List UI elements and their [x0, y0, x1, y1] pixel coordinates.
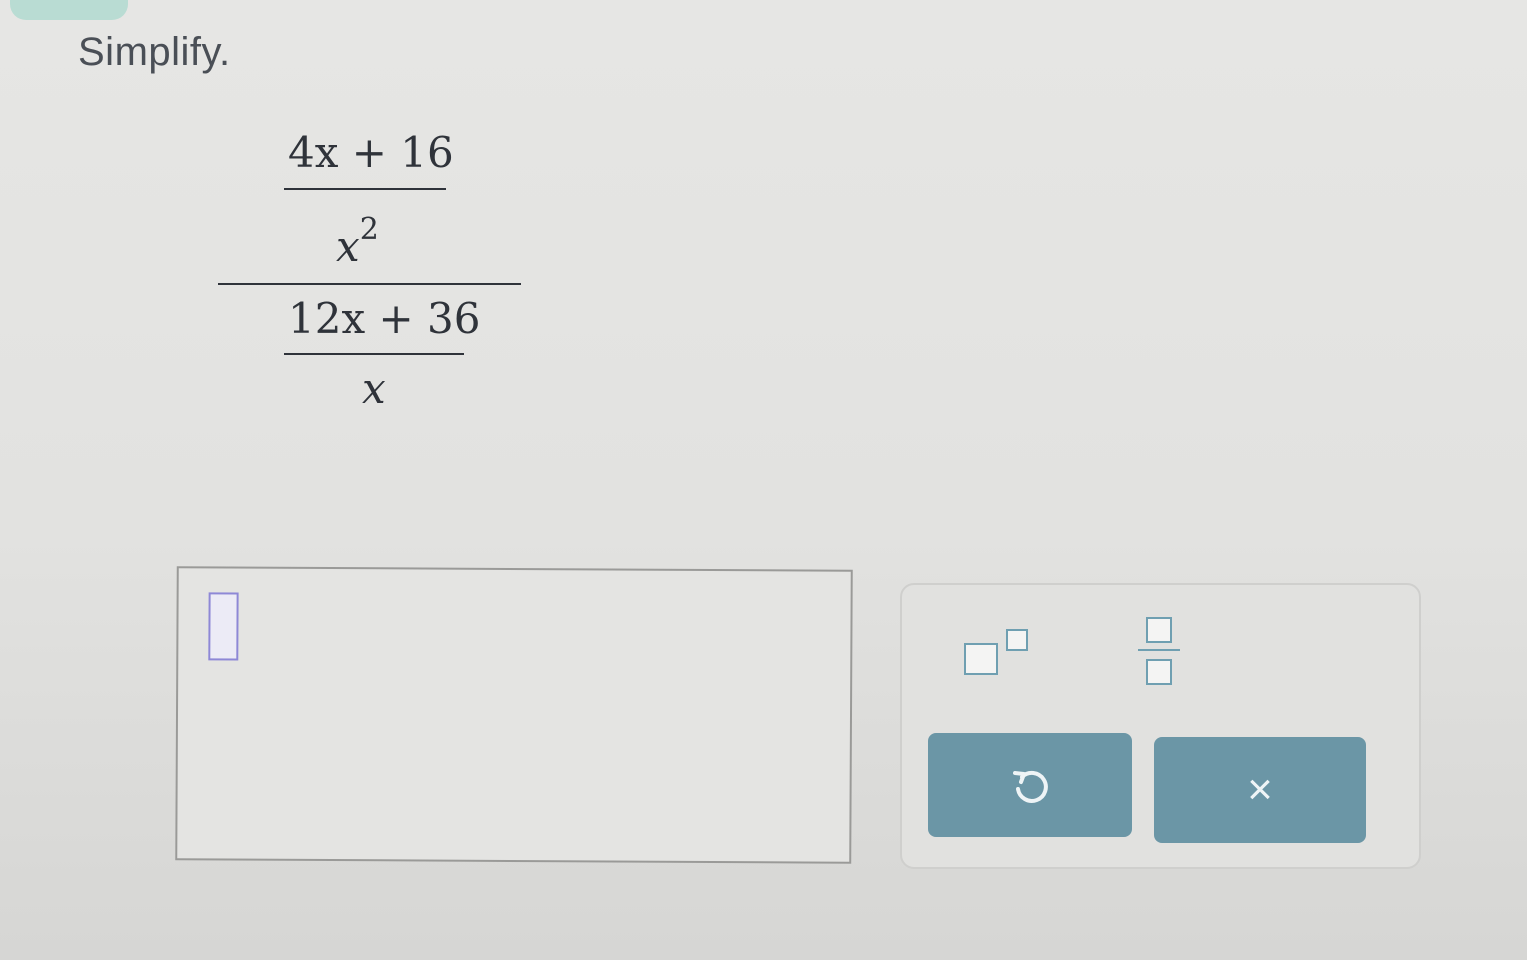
input-cursor-placeholder[interactable]	[208, 592, 239, 661]
base-square	[964, 643, 998, 675]
numerator-square	[1146, 617, 1172, 643]
denominator-square	[1146, 659, 1172, 685]
close-icon: ×	[1247, 765, 1273, 814]
clear-button[interactable]: ×	[1154, 737, 1366, 843]
top-denominator: x2	[336, 212, 379, 271]
main-fraction-bar	[218, 283, 521, 285]
question-prompt: Simplify.	[78, 30, 231, 74]
bottom-fraction-bar	[284, 353, 464, 355]
top-numerator: 4x + 16	[288, 128, 454, 177]
bottom-denominator: x	[362, 364, 386, 413]
top-tab[interactable]	[10, 0, 128, 20]
math-keypad: ×	[900, 583, 1421, 869]
fraction-template-icon[interactable]	[1132, 611, 1192, 691]
undo-icon	[1008, 763, 1052, 807]
bottom-numerator: 12x + 36	[288, 294, 481, 343]
top-fraction-bar	[284, 188, 446, 190]
answer-input[interactable]	[175, 566, 853, 864]
top-denominator-exponent: 2	[359, 212, 379, 247]
undo-button[interactable]	[928, 733, 1132, 837]
fraction-line	[1138, 649, 1180, 651]
superscript-template-icon[interactable]	[956, 621, 1036, 677]
exponent-square	[1006, 629, 1028, 651]
top-denominator-base: x	[336, 222, 360, 271]
